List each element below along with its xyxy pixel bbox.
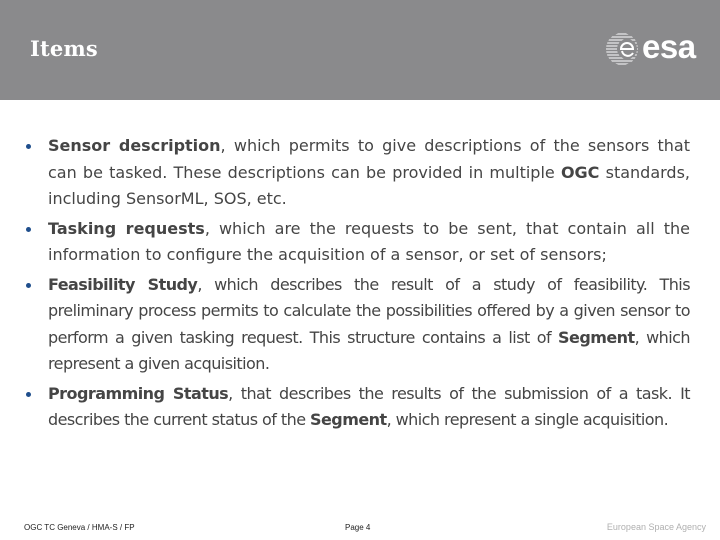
slide-header: Items esa <box>0 0 720 100</box>
list-item-sensor-description: Sensor description, which permits to giv… <box>24 133 690 213</box>
item-term: Feasibility Study <box>48 274 198 294</box>
item-term: Tasking requests <box>48 218 205 238</box>
item-term: Programming Status <box>48 383 229 403</box>
item-text-2: , which represent a single acquisition. <box>386 410 669 429</box>
footer-event: OGC TC Geneva / HMA-S / FP <box>24 523 135 532</box>
list-item-tasking-requests: Tasking requests, which are the requests… <box>24 216 690 269</box>
list-item-programming-status: Programming Status, that describes the r… <box>24 381 691 434</box>
esa-globe-icon <box>606 33 638 65</box>
bullet-icon <box>26 282 31 288</box>
footer-agency: European Space Agency <box>606 522 706 532</box>
item-term: Sensor description <box>48 136 221 155</box>
bullet-icon <box>26 391 31 397</box>
footer-page-number: Page 4 <box>345 523 371 532</box>
bullet-icon <box>26 144 31 149</box>
item-term-2: OGC <box>560 162 600 182</box>
bullet-list: Sensor description, which permits to giv… <box>24 133 691 437</box>
item-term-2: Segment <box>310 410 387 429</box>
esa-logo: esa <box>604 28 708 70</box>
bullet-icon <box>26 226 31 232</box>
slide-title: Items <box>30 36 98 61</box>
item-term-2: Segment <box>558 327 635 347</box>
list-item-feasibility-study: Feasibility Study, which describes the r… <box>24 272 691 378</box>
esa-logo-text: esa <box>642 28 696 65</box>
